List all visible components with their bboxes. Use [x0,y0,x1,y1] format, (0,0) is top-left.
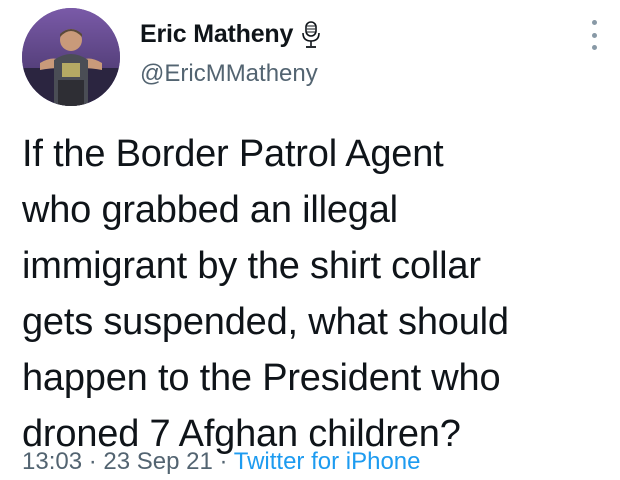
more-dot [591,20,597,25]
tweet-card: Eric Matheny @EricMMatheny If the Border… [0,0,620,480]
author-display-name-row[interactable]: Eric Matheny [140,20,321,49]
tweet-text-line: gets suspended, what should [22,301,509,343]
tweet-text-line: who grabbed an illegal [22,189,398,231]
more-dot [591,32,597,38]
tweet-source-link[interactable]: Twitter for iPhone [234,448,421,475]
tweet-text-line: If the Border Patrol Agent [22,133,444,175]
author-display-name[interactable]: Eric Matheny [140,20,293,49]
more-dot [591,45,597,50]
meta-separator: · [219,448,228,475]
tweet-text-line: happen to the President who [22,357,501,399]
author-handle[interactable]: @EricMMatheny [140,60,318,88]
tweet-text-line: immigrant by the shirt collar [22,245,481,287]
tweet-time[interactable]: 13:03 [22,448,82,475]
meta-separator: · [88,448,97,475]
tweet-text: If the Border Patrol Agent who grabbed a… [22,126,612,462]
more-options-icon[interactable] [586,20,602,50]
avatar[interactable] [22,8,120,106]
tweet-date[interactable]: 23 Sep 21 [103,448,212,475]
microphone-icon [301,20,321,49]
avatar-image [22,8,120,106]
tweet-meta: 13:03 · 23 Sep 21 · Twitter for iPhone [22,448,421,476]
